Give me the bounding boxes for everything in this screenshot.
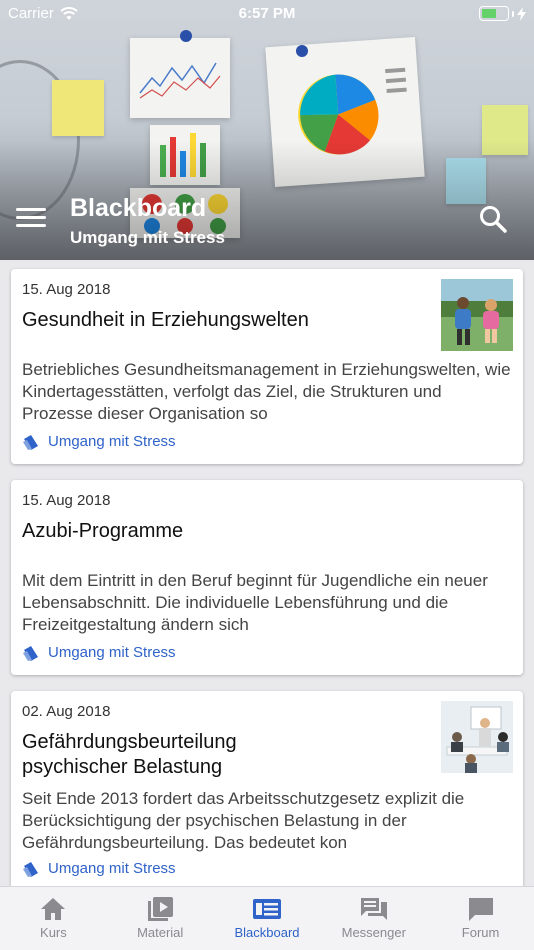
tab-material[interactable]: Material	[107, 887, 214, 950]
post-date: 02. Aug 2018	[22, 703, 111, 720]
tab-label: Blackboard	[234, 925, 300, 940]
post-topic-link[interactable]: Umgang mit Stress	[22, 860, 512, 877]
status-bar: Carrier 6:57 PM	[0, 0, 534, 28]
home-icon	[41, 898, 66, 920]
tag-icon	[23, 861, 38, 877]
menu-icon-line	[16, 216, 46, 219]
tab-kurs[interactable]: Kurs	[0, 887, 107, 950]
page-title: Blackboard	[70, 194, 207, 222]
tab-messenger[interactable]: Messenger	[320, 887, 427, 950]
battery-level	[482, 9, 497, 18]
clock: 6:57 PM	[238, 5, 296, 22]
post-card[interactable]: 15. Aug 2018 Gesundheit in Erziehungswel…	[11, 269, 523, 464]
search-button[interactable]	[478, 204, 508, 234]
post-topic-label: Umgang mit Stress	[48, 860, 176, 877]
app-bar: Blackboard Umgang mit Stress	[0, 190, 534, 250]
search-icon	[480, 206, 507, 233]
post-excerpt: Seit Ende 2013 fordert das Arbeitsschutz…	[22, 789, 465, 852]
post-title: Azubi-Programme	[22, 520, 184, 542]
menu-icon-line	[16, 224, 46, 227]
tab-label: Forum	[461, 925, 500, 940]
pin-icon	[296, 45, 308, 57]
post-thumbnail	[441, 701, 513, 773]
forum-icon	[468, 898, 493, 921]
post-topic-label: Umgang mit Stress	[48, 644, 176, 661]
charging-icon	[517, 6, 526, 21]
tab-blackboard[interactable]: Blackboard	[214, 887, 321, 950]
battery-tip	[512, 10, 514, 17]
post-topic-link[interactable]: Umgang mit Stress	[22, 433, 512, 450]
tag-icon	[23, 434, 38, 450]
line-chart-sheet	[130, 38, 230, 118]
post-excerpt: Mit dem Eintritt in den Beruf beginnt fü…	[22, 571, 488, 634]
post-title-line: Gefährdungsbeurteilung	[22, 731, 237, 753]
video-library-icon	[148, 897, 174, 921]
post-title: Gesundheit in Erziehungswelten	[22, 309, 309, 331]
tab-label: Messenger	[341, 925, 406, 940]
post-topic-label: Umgang mit Stress	[48, 433, 176, 450]
post-list[interactable]: 15. Aug 2018 Gesundheit in Erziehungswel…	[0, 260, 534, 886]
tab-label: Kurs	[40, 925, 67, 940]
post-date: 15. Aug 2018	[22, 492, 111, 509]
post-title: Gefährdungsbeurteilung psychischer Belas…	[22, 730, 512, 780]
post-card[interactable]: 15. Aug 2018 Azubi-Programme Mit dem Ein…	[11, 480, 523, 675]
tab-forum[interactable]: Forum	[427, 887, 534, 950]
post-thumbnail	[441, 279, 513, 351]
tab-label: Material	[137, 925, 184, 940]
post-date: 15. Aug 2018	[22, 281, 111, 298]
tab-bar: Kurs Material Blackboard Messenger Forum	[0, 886, 534, 950]
pin-icon	[180, 30, 192, 42]
battery-indicator	[479, 6, 526, 21]
post-excerpt: Betriebliches Gesundheitsmanagement in E…	[22, 360, 511, 423]
blackboard-icon	[252, 899, 281, 919]
menu-button[interactable]	[16, 208, 46, 230]
post-topic-link[interactable]: Umgang mit Stress	[22, 644, 512, 661]
tag-icon	[23, 645, 38, 661]
battery-icon	[479, 6, 509, 21]
chat-icon	[360, 898, 387, 920]
sticky-note	[52, 80, 104, 136]
post-card[interactable]: 02. Aug 2018 Gefährdungsbeurteilung psyc…	[11, 691, 523, 886]
menu-icon	[16, 208, 46, 211]
post-title-line: psychischer Belastung	[22, 756, 223, 778]
page-subtitle: Umgang mit Stress	[70, 228, 225, 247]
